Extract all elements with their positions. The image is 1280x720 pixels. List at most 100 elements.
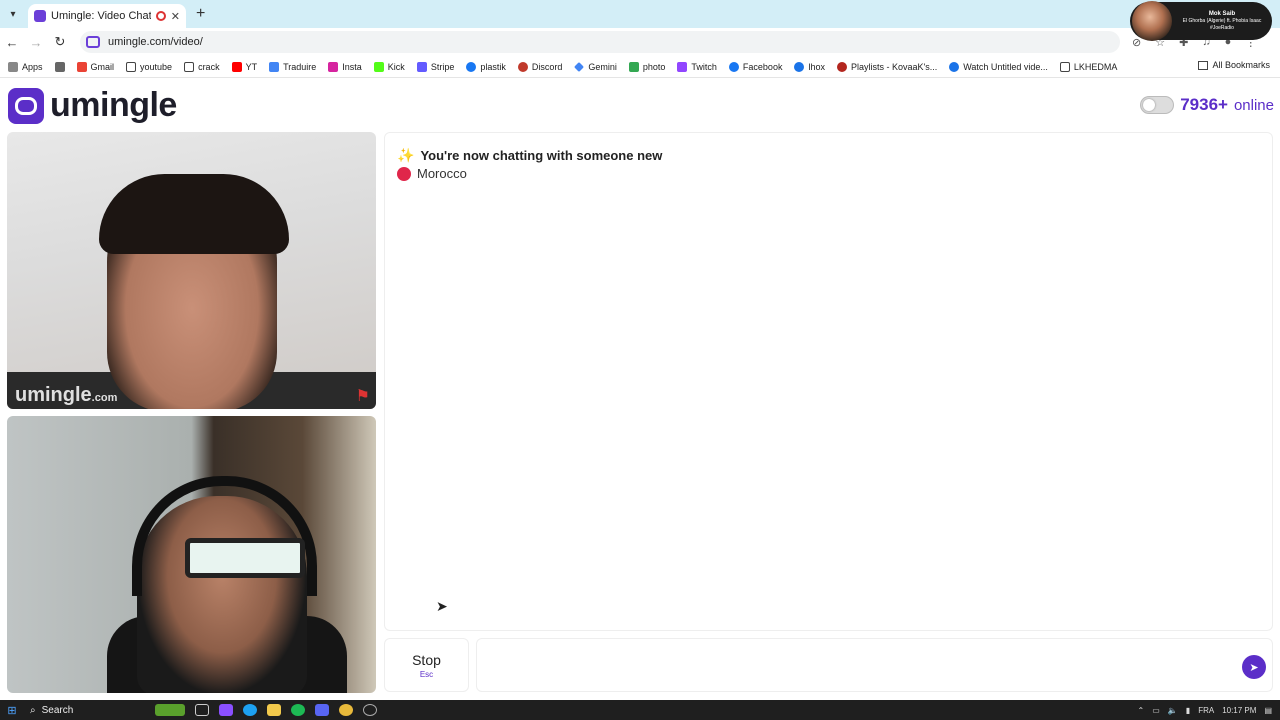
browser-tabbar: ▾ Umingle: Video Chat with S ✕ + bbox=[0, 0, 1280, 28]
self-video bbox=[7, 416, 376, 693]
gmail-icon bbox=[76, 61, 87, 72]
media-overlay-card[interactable]: Mok Saib El Ghorba (Algerie) ft. Phobia … bbox=[1130, 1, 1272, 41]
bookmark-insta[interactable]: Insta bbox=[328, 61, 362, 72]
os-taskbar: ⊞ ⌕ Search ⌃ ▭ 🔈 ▮ FRA 10:17 PM ▤ bbox=[0, 700, 1280, 720]
system-message: ✨ You're now chatting with someone new bbox=[397, 147, 662, 164]
network-icon[interactable]: ▭ bbox=[1152, 706, 1160, 715]
bookmark-lhox[interactable]: lhox bbox=[794, 61, 825, 72]
report-flag-icon[interactable]: ⚑ bbox=[356, 386, 370, 406]
stranger-video: umingle.com ⚑ bbox=[7, 132, 376, 409]
umingle-logo[interactable]: umingle bbox=[8, 86, 177, 125]
stop-shortcut: Esc bbox=[419, 669, 434, 679]
bookmark-twitch[interactable]: Twitch bbox=[677, 61, 717, 72]
bookmark-youtube[interactable]: youtube bbox=[126, 61, 172, 72]
twitch-icon bbox=[677, 61, 688, 72]
sparkles-icon: ✨ bbox=[397, 147, 415, 163]
folder-icon bbox=[1059, 61, 1070, 72]
youtube-icon bbox=[231, 61, 242, 72]
media-name: Mok Saib bbox=[1208, 10, 1236, 17]
tray-chevron-icon[interactable]: ⌃ bbox=[1138, 706, 1145, 715]
media-line: El Ghorba (Algerie) ft. Phobia Isaac bbox=[1182, 17, 1262, 24]
system-message-text: You're now chatting with someone new bbox=[420, 148, 663, 163]
send-icon[interactable]: ➤ bbox=[1242, 655, 1266, 679]
facebook-icon bbox=[466, 61, 477, 72]
photos-icon bbox=[628, 61, 639, 72]
logo-text: umingle bbox=[50, 86, 177, 124]
taskbar-search[interactable]: ⌕ Search bbox=[30, 705, 150, 716]
tab-close-icon[interactable]: ✕ bbox=[171, 10, 180, 23]
umingle-favicon-icon bbox=[34, 10, 46, 22]
chrome-icon[interactable] bbox=[339, 704, 353, 716]
bookmark-plastik[interactable]: plastik bbox=[466, 61, 506, 72]
bookmark-yt[interactable]: YT bbox=[231, 61, 257, 72]
tab-title: Umingle: Video Chat with S bbox=[51, 10, 151, 22]
browser-tab[interactable]: Umingle: Video Chat with S ✕ bbox=[28, 4, 186, 28]
tab-list-chevron-icon[interactable]: ▾ bbox=[0, 0, 26, 28]
url-text[interactable]: umingle.com/video/ bbox=[108, 36, 203, 48]
media-handle: #JoeRadio bbox=[1210, 24, 1234, 31]
stop-label: Stop bbox=[412, 651, 441, 668]
bookmark-stripe[interactable]: Stripe bbox=[416, 61, 454, 72]
online-count: 7936+ bbox=[1180, 95, 1228, 114]
bookmark-watch[interactable]: Watch Untitled vide... bbox=[949, 61, 1048, 72]
reload-button[interactable]: ↻ bbox=[48, 34, 72, 50]
bookmark-crack[interactable]: crack bbox=[184, 61, 220, 72]
link-icon bbox=[949, 61, 960, 72]
file-explorer-icon[interactable] bbox=[267, 704, 281, 716]
edge-icon[interactable] bbox=[243, 704, 257, 716]
visual-studio-icon[interactable] bbox=[219, 704, 233, 716]
folder-icon bbox=[126, 61, 137, 72]
media-avatar bbox=[1132, 1, 1172, 41]
bookmark-grid[interactable] bbox=[54, 61, 65, 72]
message-input[interactable] bbox=[485, 639, 1225, 689]
message-box[interactable]: ➤ bbox=[476, 638, 1273, 692]
kovaak-icon bbox=[836, 61, 847, 72]
link-icon bbox=[794, 61, 805, 72]
bookmark-kick[interactable]: Kick bbox=[373, 61, 405, 72]
folder-icon bbox=[1198, 60, 1209, 70]
facebook-icon bbox=[728, 61, 739, 72]
recording-icon bbox=[155, 11, 166, 21]
back-button[interactable]: ← bbox=[0, 35, 24, 50]
discord-app-icon[interactable] bbox=[315, 704, 329, 716]
theme-toggle[interactable] bbox=[1140, 96, 1175, 114]
bookmark-traduire[interactable]: Traduire bbox=[269, 61, 316, 72]
notifications-icon[interactable]: ▤ bbox=[1264, 706, 1272, 715]
chat-panel: ✨ You're now chatting with someone new M… bbox=[384, 132, 1273, 631]
instagram-icon bbox=[328, 61, 339, 72]
bookmark-playlists[interactable]: Playlists - KovaaK's... bbox=[836, 61, 937, 72]
omnibox[interactable]: umingle.com/video/ bbox=[80, 31, 1120, 53]
translate-icon bbox=[269, 61, 280, 72]
apps-grid-icon bbox=[8, 61, 18, 72]
grid-icon bbox=[54, 61, 65, 72]
mic-icon[interactable]: ▮ bbox=[1186, 706, 1190, 715]
mouse-cursor-icon: ➤ bbox=[436, 598, 448, 614]
headset bbox=[132, 476, 317, 596]
site-info-icon[interactable] bbox=[86, 36, 100, 48]
glasses bbox=[185, 538, 305, 578]
new-tab-button[interactable]: + bbox=[196, 5, 205, 23]
bookmark-gmail[interactable]: Gmail bbox=[76, 61, 114, 72]
all-bookmarks[interactable]: All Bookmarks bbox=[1198, 60, 1270, 70]
volume-icon[interactable]: 🔈 bbox=[1168, 706, 1178, 715]
bookmark-photo[interactable]: photo bbox=[628, 61, 665, 72]
stripe-icon bbox=[416, 61, 427, 72]
taskbar-app-icon[interactable] bbox=[155, 704, 185, 716]
bookmark-facebook[interactable]: Facebook bbox=[728, 61, 782, 72]
task-view-icon[interactable] bbox=[195, 704, 209, 716]
bookmark-gemini[interactable]: Gemini bbox=[574, 62, 617, 72]
forward-button[interactable]: → bbox=[24, 35, 48, 50]
online-indicator: 7936+ online bbox=[1140, 95, 1274, 115]
discord-icon bbox=[517, 61, 528, 72]
spotify-icon[interactable] bbox=[291, 704, 305, 716]
bookmark-apps[interactable]: Apps bbox=[8, 61, 43, 72]
stop-button[interactable]: Stop Esc bbox=[384, 638, 469, 692]
bookmark-lkhedma[interactable]: LKHEDMA bbox=[1059, 61, 1117, 72]
search-icon: ⌕ bbox=[30, 704, 36, 716]
windows-start-icon[interactable]: ⊞ bbox=[0, 704, 24, 717]
clock[interactable]: 10:17 PM bbox=[1222, 706, 1256, 715]
settings-app-icon[interactable] bbox=[363, 704, 377, 716]
language-indicator[interactable]: FRA bbox=[1198, 706, 1214, 715]
chat-bubble-icon bbox=[8, 87, 44, 124]
bookmark-discord[interactable]: Discord bbox=[517, 61, 562, 72]
